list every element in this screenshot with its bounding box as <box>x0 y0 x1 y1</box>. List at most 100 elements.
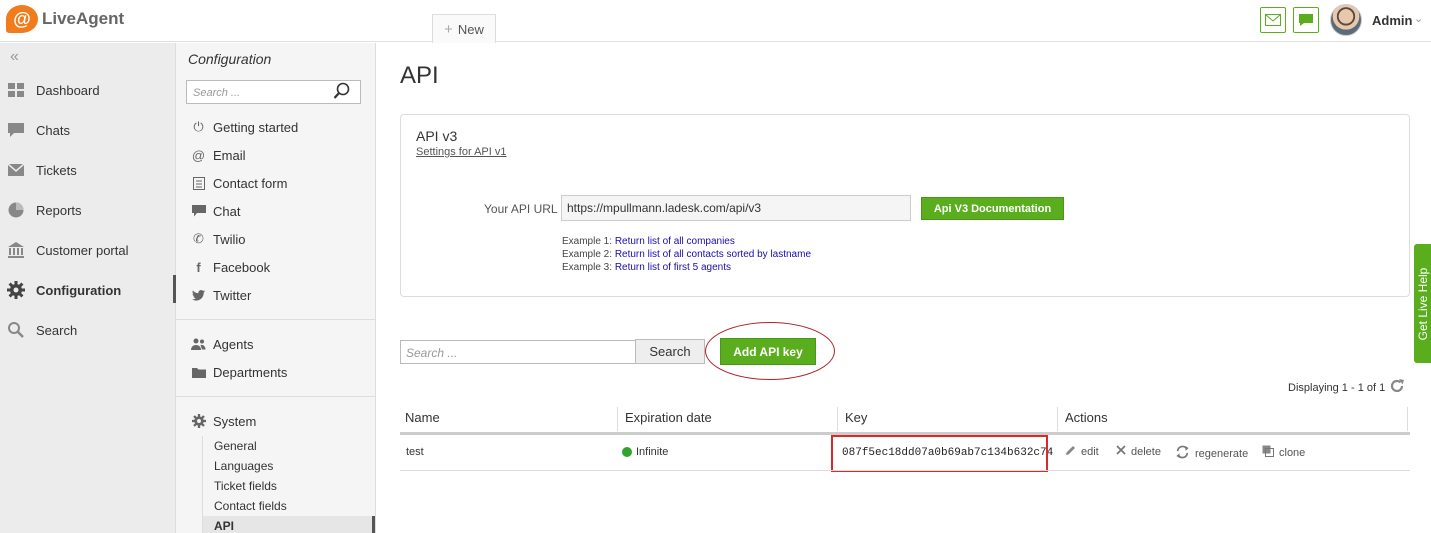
action-label: edit <box>1081 446 1099 458</box>
action-label: delete <box>1131 445 1161 458</box>
delete-action[interactable]: delete <box>1116 445 1161 458</box>
dashboard-icon <box>7 81 25 99</box>
config-item-facebook[interactable]: f Facebook <box>191 256 270 278</box>
api-documentation-button[interactable]: Api V3 Documentation <box>921 197 1064 220</box>
user-name[interactable]: Admin <box>1372 13 1412 28</box>
at-icon: @ <box>191 147 206 163</box>
live-help-label: Get Live Help <box>1415 267 1430 340</box>
example-link[interactable]: Return list of all companies <box>615 236 735 247</box>
action-label: regenerate <box>1195 447 1249 460</box>
nav-item-customer-portal[interactable]: Customer portal <box>0 230 176 270</box>
config-item-label: Twilio <box>213 231 246 247</box>
config-item-label: System <box>213 413 257 429</box>
nav-item-configuration[interactable]: Configuration <box>0 270 176 310</box>
nav-item-label: Tickets <box>36 162 77 178</box>
top-bar <box>0 0 1431 42</box>
new-tab-label: New <box>457 21 484 37</box>
refresh-icon <box>1175 445 1190 462</box>
config-item-label: Chat <box>213 203 241 219</box>
form-icon <box>191 176 206 190</box>
column-divider <box>1407 407 1408 431</box>
email-button[interactable] <box>1260 7 1286 33</box>
nav-item-label: Chats <box>36 122 70 138</box>
chat-icon <box>191 205 206 217</box>
column-header-name[interactable]: Name <box>405 410 440 425</box>
avatar[interactable] <box>1330 4 1362 36</box>
config-item-label: Departments <box>213 364 288 380</box>
page-title: API <box>400 62 439 89</box>
config-item-label: Getting started <box>213 119 299 135</box>
nav-item-tickets[interactable]: Tickets <box>0 150 176 190</box>
add-api-key-button[interactable]: Add API key <box>720 338 816 365</box>
facebook-icon: f <box>196 259 201 275</box>
edit-action[interactable]: edit <box>1065 445 1099 459</box>
collapse-icon[interactable]: « <box>10 48 19 66</box>
submenu-item-languages[interactable]: Languages <box>214 459 273 473</box>
config-search-placeholder: Search ... <box>193 87 241 99</box>
submenu-item-api[interactable]: API <box>214 519 234 533</box>
divider <box>176 396 375 397</box>
config-item-getting-started[interactable]: ⏻ Getting started <box>191 116 298 138</box>
api-url-field[interactable] <box>561 195 911 221</box>
submenu-item-ticket-fields[interactable]: Ticket fields <box>214 479 277 493</box>
config-item-email[interactable]: @ Email <box>191 144 246 166</box>
chat-icon <box>7 121 25 139</box>
column-divider <box>617 407 618 431</box>
chevron-down-icon[interactable]: ⌄ <box>1414 12 1423 25</box>
config-item-departments[interactable]: Departments <box>191 361 287 383</box>
nav-item-label: Dashboard <box>36 82 100 98</box>
nav-item-label: Customer portal <box>36 242 129 258</box>
example-prefix: Example 3: <box>562 262 615 273</box>
search-icon <box>7 321 25 339</box>
action-label: clone <box>1279 446 1306 459</box>
annotation-key-highlight <box>831 435 1048 472</box>
nav-item-dashboard[interactable]: Dashboard <box>0 70 176 110</box>
nav-item-label: Search <box>36 322 78 338</box>
logo[interactable]: @ LiveAgent <box>6 5 124 33</box>
example-link[interactable]: Return list of first 5 agents <box>615 262 731 273</box>
config-item-agents[interactable]: Agents <box>191 333 253 355</box>
api-v3-heading: API v3 <box>416 128 458 144</box>
power-icon: ⏻ <box>193 119 204 134</box>
new-tab-button[interactable]: + New <box>432 14 496 43</box>
example-line: Example 2: Return list of all contacts s… <box>562 249 811 260</box>
pagination-status: Displaying 1 - 1 of 1 <box>1288 382 1386 394</box>
column-header-key[interactable]: Key <box>845 410 867 425</box>
pencil-icon <box>1065 445 1076 459</box>
config-item-label: Twitter <box>213 287 252 303</box>
nav-item-reports[interactable]: Reports <box>0 190 176 230</box>
nav-item-search[interactable]: Search <box>0 310 176 350</box>
config-item-label: Facebook <box>213 259 271 275</box>
config-item-system[interactable]: System <box>191 410 256 432</box>
api-url-label: Your API URL <box>484 202 558 216</box>
column-header-expiration[interactable]: Expiration date <box>625 410 712 425</box>
search-placeholder: Search ... <box>406 346 458 360</box>
settings-api-v1-link[interactable]: Settings for API v1 <box>416 146 507 158</box>
regenerate-action[interactable]: regenerate <box>1175 445 1248 462</box>
gear-icon <box>7 281 25 299</box>
config-item-contact-form[interactable]: Contact form <box>191 172 287 194</box>
submenu-item-contact-fields[interactable]: Contact fields <box>214 499 287 513</box>
search-button[interactable]: Search <box>635 339 705 364</box>
config-item-twilio[interactable]: ✆ Twilio <box>191 228 246 250</box>
submenu-item-general[interactable]: General <box>214 439 257 453</box>
nav-item-chats[interactable]: Chats <box>0 110 176 150</box>
cell-name: test <box>406 446 424 458</box>
submenu-active-indicator <box>372 516 375 533</box>
config-item-twitter[interactable]: Twitter <box>191 284 251 306</box>
users-icon <box>191 338 206 350</box>
get-live-help-tab[interactable]: Get Live Help <box>1414 244 1431 363</box>
chat-button[interactable] <box>1293 7 1319 33</box>
refresh-icon[interactable] <box>1389 378 1405 397</box>
search-icon[interactable] <box>333 82 351 103</box>
nav-item-label: Reports <box>36 202 82 218</box>
twitter-icon <box>191 289 206 301</box>
envelope-icon <box>1265 14 1281 26</box>
nav-item-label: Configuration <box>36 282 122 298</box>
clone-action[interactable]: clone <box>1262 445 1305 460</box>
config-item-label: Email <box>213 147 246 163</box>
envelope-icon <box>7 161 25 179</box>
config-item-chat[interactable]: Chat <box>191 200 240 222</box>
example-prefix: Example 2: <box>562 249 615 260</box>
example-link[interactable]: Return list of all contacts sorted by la… <box>615 249 811 260</box>
